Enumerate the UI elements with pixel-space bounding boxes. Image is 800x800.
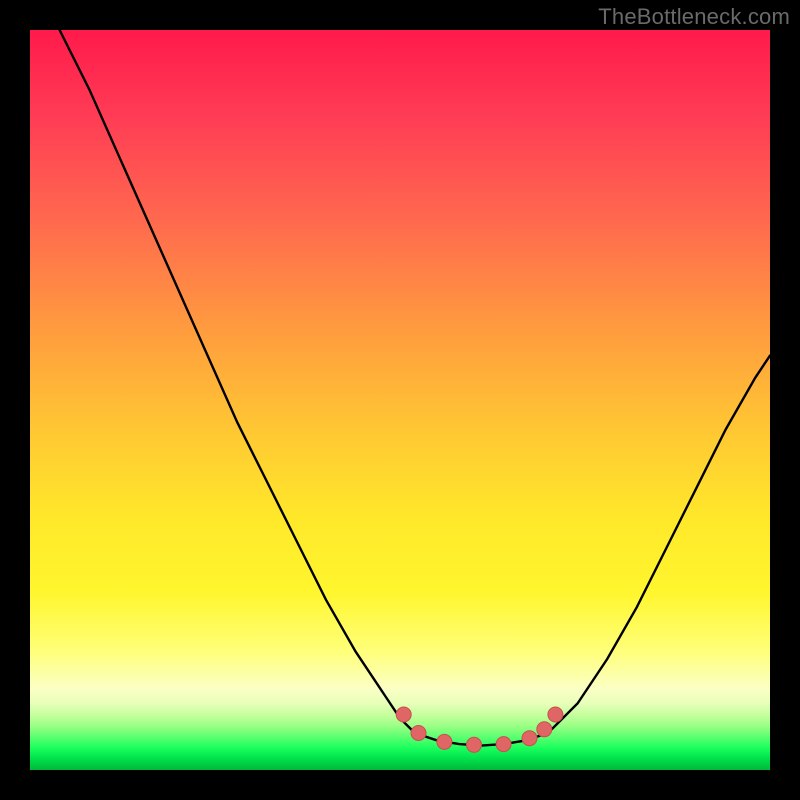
curve-left-branch: [60, 30, 415, 733]
trough-marker: [548, 707, 563, 722]
trough-marker: [496, 737, 511, 752]
watermark-text: TheBottleneck.com: [598, 4, 790, 30]
curve-right-branch: [548, 356, 770, 733]
plot-area: [30, 30, 770, 770]
curve-layer: [30, 30, 770, 770]
bottleneck-curve: [60, 30, 770, 746]
trough-marker: [522, 731, 537, 746]
trough-marker: [467, 737, 482, 752]
chart-stage: TheBottleneck.com: [0, 0, 800, 800]
trough-marker: [537, 722, 552, 737]
trough-marker: [411, 726, 426, 741]
trough-marker: [396, 707, 411, 722]
trough-markers: [396, 707, 563, 752]
trough-marker: [437, 734, 452, 749]
